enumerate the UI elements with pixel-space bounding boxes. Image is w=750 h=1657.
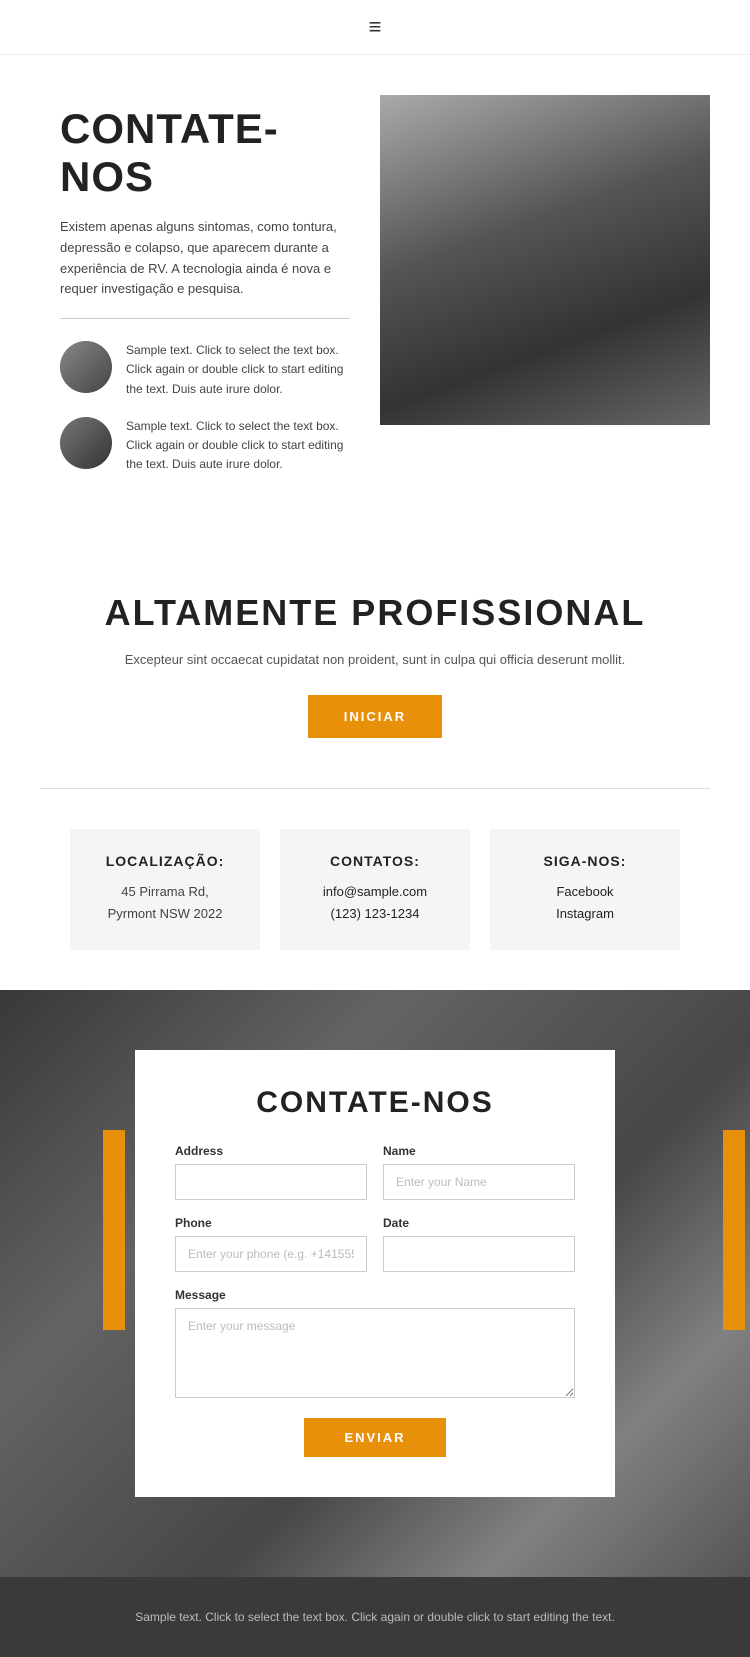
instagram-link[interactable]: Instagram xyxy=(520,903,650,925)
portrait-placeholder xyxy=(380,95,710,425)
contatos-title: CONTATOS: xyxy=(310,853,440,869)
form-section: CONTATE-NOS Address Name Phone Date xyxy=(0,990,750,1577)
date-input[interactable] xyxy=(383,1236,575,1272)
form-row-phone-date: Phone Date xyxy=(175,1216,575,1272)
phone-label: Phone xyxy=(175,1216,367,1230)
avatar-2 xyxy=(60,417,112,469)
address-label: Address xyxy=(175,1144,367,1158)
avatar-1 xyxy=(60,341,112,393)
contact-left-panel: CONTATE-NOS Existem apenas alguns sintom… xyxy=(60,95,350,492)
contact-description: Existem apenas alguns sintomas, como ton… xyxy=(60,217,350,300)
footer: Sample text. Click to select the text bo… xyxy=(0,1577,750,1657)
info-boxes-section: LOCALIZAÇÃO: 45 Pirrama Rd, Pyrmont NSW … xyxy=(0,789,750,989)
date-label: Date xyxy=(383,1216,575,1230)
person-2-text: Sample text. Click to select the text bo… xyxy=(126,417,350,475)
footer-text: Sample text. Click to select the text bo… xyxy=(60,1607,690,1627)
form-submit-row: ENVIAR xyxy=(175,1418,575,1457)
orange-accent-left xyxy=(103,1130,125,1330)
form-row-address-name: Address Name xyxy=(175,1144,575,1200)
enviar-button[interactable]: ENVIAR xyxy=(304,1418,445,1457)
message-group: Message xyxy=(175,1288,575,1398)
phone-group: Phone xyxy=(175,1216,367,1272)
form-row-message: Message xyxy=(175,1288,575,1398)
contatos-email[interactable]: info@sample.com xyxy=(310,881,440,903)
name-group: Name xyxy=(383,1144,575,1200)
person-item-2: Sample text. Click to select the text bo… xyxy=(60,417,350,475)
professional-section: ALTAMENTE PROFISSIONAL Excepteur sint oc… xyxy=(0,532,750,788)
professional-title: ALTAMENTE PROFISSIONAL xyxy=(60,592,690,634)
name-input[interactable] xyxy=(383,1164,575,1200)
form-title: CONTATE-NOS xyxy=(175,1086,575,1120)
siganos-box: SIGA-NOS: Facebook Instagram xyxy=(490,829,680,949)
date-group: Date xyxy=(383,1216,575,1272)
contact-top-section: CONTATE-NOS Existem apenas alguns sintom… xyxy=(0,55,750,532)
message-input[interactable] xyxy=(175,1308,575,1398)
contact-portrait xyxy=(380,95,710,425)
phone-input[interactable] xyxy=(175,1236,367,1272)
contact-form-card: CONTATE-NOS Address Name Phone Date xyxy=(135,1050,615,1497)
facebook-link[interactable]: Facebook xyxy=(520,881,650,903)
iniciar-button[interactable]: INICIAR xyxy=(308,695,442,738)
localizacao-title: LOCALIZAÇÃO: xyxy=(100,853,230,869)
portrait-image xyxy=(380,95,710,425)
hamburger-icon[interactable]: ≡ xyxy=(369,14,382,40)
person-item-1: Sample text. Click to select the text bo… xyxy=(60,341,350,399)
address-group: Address xyxy=(175,1144,367,1200)
localizacao-address: 45 Pirrama Rd, Pyrmont NSW 2022 xyxy=(100,881,230,925)
orange-accent-right xyxy=(723,1130,745,1330)
contact-top-title: CONTATE-NOS xyxy=(60,105,350,201)
address-input[interactable] xyxy=(175,1164,367,1200)
professional-description: Excepteur sint occaecat cupidatat non pr… xyxy=(60,652,690,667)
name-label: Name xyxy=(383,1144,575,1158)
contatos-phone[interactable]: (123) 123-1234 xyxy=(310,903,440,925)
localizacao-box: LOCALIZAÇÃO: 45 Pirrama Rd, Pyrmont NSW … xyxy=(70,829,260,949)
contatos-box: CONTATOS: info@sample.com (123) 123-1234 xyxy=(280,829,470,949)
siganos-title: SIGA-NOS: xyxy=(520,853,650,869)
navigation: ≡ xyxy=(0,0,750,55)
message-label: Message xyxy=(175,1288,575,1302)
person-1-text: Sample text. Click to select the text bo… xyxy=(126,341,350,399)
divider xyxy=(60,318,350,319)
